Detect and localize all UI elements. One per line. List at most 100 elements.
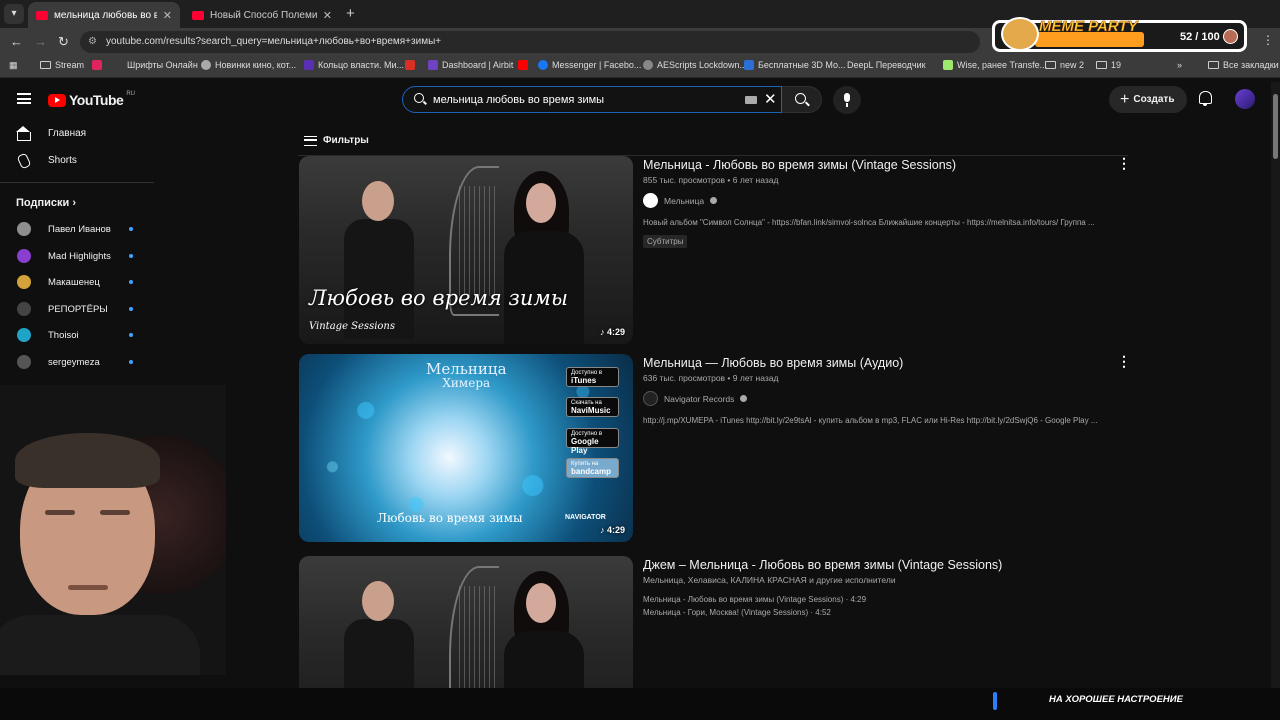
- channel-link[interactable]: Мельница: [643, 193, 1113, 208]
- sidebar-item-shorts[interactable]: Shorts: [0, 147, 154, 174]
- youtube-icon: [518, 60, 528, 70]
- mix-title[interactable]: Джем – Мельница - Любовь во время зимы (…: [643, 558, 1113, 572]
- video-title[interactable]: Мельница — Любовь во время зимы (Аудио): [643, 356, 1113, 370]
- video-info: Мельница - Любовь во время зимы (Vintage…: [643, 158, 1113, 249]
- youtube-favicon-icon: [192, 10, 204, 20]
- back-icon[interactable]: ←: [10, 34, 23, 49]
- bookmark-item[interactable]: DeepL Переводчик: [847, 60, 926, 70]
- channel-link[interactable]: Navigator Records: [643, 391, 1113, 406]
- sidebar-item-label: Shorts: [48, 155, 77, 166]
- forward-icon[interactable]: →: [34, 34, 47, 49]
- more-options-icon[interactable]: [1117, 353, 1131, 370]
- bookmark-item[interactable]: Шрифты Онлайн: [127, 60, 198, 70]
- site-icon: [744, 60, 754, 70]
- page-scrollbar[interactable]: [1271, 82, 1280, 688]
- sidebar-subscription[interactable]: РЕПОРТЁРЫ: [0, 295, 154, 322]
- all-bookmarks[interactable]: Все закладки: [1208, 60, 1279, 70]
- channel-avatar: [17, 328, 31, 343]
- store-name: NaviMusic: [571, 406, 611, 415]
- duration-text: 4:29: [606, 525, 625, 535]
- bookmark-item[interactable]: Stream: [40, 60, 84, 70]
- scrollbar-thumb[interactable]: [1273, 94, 1278, 159]
- more-options-icon[interactable]: [1123, 556, 1129, 572]
- create-button[interactable]: + Создать: [1109, 86, 1187, 113]
- mix-thumbnail[interactable]: [299, 556, 633, 688]
- video-result[interactable]: Мельница Химера Доступно в iTunes Скачать …: [299, 353, 1131, 542]
- search-icon: [795, 93, 806, 104]
- bookmark-item[interactable]: Messenger | Facebo...: [538, 60, 641, 70]
- new-tab-button[interactable]: +: [346, 5, 355, 22]
- bookmark-item[interactable]: Бесплатные 3D Мо...: [744, 60, 846, 70]
- sidebar-subscription[interactable]: sergeymeza: [0, 348, 154, 375]
- clear-search-icon[interactable]: ✕: [764, 90, 777, 108]
- navigator-label: NAVIGATOR: [565, 514, 606, 521]
- menu-icon[interactable]: [17, 93, 31, 104]
- folder-icon: [1208, 61, 1219, 69]
- sidebar-subscription[interactable]: Mad Highlights: [0, 242, 154, 269]
- close-tab-icon[interactable]: ✕: [323, 9, 332, 22]
- sidebar-item-label: Главная: [48, 128, 87, 139]
- bookmark-folder[interactable]: 19: [1096, 60, 1121, 70]
- subscription-name: Павел Иванов: [48, 224, 111, 235]
- filter-icon: [304, 135, 317, 146]
- mix-track[interactable]: Мельница - Любовь во время зимы (Vintage…: [643, 595, 1113, 604]
- sidebar-subscription[interactable]: Thoisoi: [0, 321, 154, 348]
- bookmark-folder[interactable]: new 2: [1045, 60, 1084, 70]
- voice-search-button[interactable]: [833, 86, 861, 114]
- harp-strings: [459, 186, 499, 296]
- video-thumbnail[interactable]: Любовь во время зимы Vintage Sessions ♪ …: [299, 156, 633, 344]
- new-content-dot: [129, 359, 133, 364]
- tab-active[interactable]: мельница любовь во время з ✕: [28, 2, 180, 28]
- search-button[interactable]: [782, 86, 822, 113]
- performer-right: [504, 571, 584, 688]
- close-tab-icon[interactable]: ✕: [163, 9, 172, 22]
- bookmark-item[interactable]: [92, 60, 102, 70]
- reload-icon[interactable]: ↻: [58, 34, 69, 50]
- channel-avatar: [643, 193, 658, 208]
- mix-result[interactable]: Джем – Мельница - Любовь во время зимы (…: [299, 556, 1129, 688]
- keyboard-icon[interactable]: [745, 96, 757, 104]
- avatar: [1223, 29, 1238, 44]
- mix-track[interactable]: Мельница - Гори, Москва! (Vintage Sessio…: [643, 608, 1113, 617]
- folder-icon: [1096, 61, 1107, 69]
- album-art-song-title: Любовь во время зимы: [377, 511, 523, 525]
- account-avatar[interactable]: [1235, 89, 1255, 109]
- duration-badge: ♪ 4:29: [599, 327, 625, 337]
- bookmarks-overflow-icon[interactable]: »: [1177, 60, 1182, 70]
- sidebar-item-home[interactable]: Главная: [0, 120, 154, 147]
- channel-avatar: [17, 301, 31, 316]
- search-input[interactable]: [433, 91, 733, 109]
- webcam-brow: [100, 510, 130, 515]
- bookmark-item[interactable]: Dashboard | Airbit: [428, 60, 513, 70]
- video-result[interactable]: Любовь во время зимы Vintage Sessions ♪ …: [299, 155, 1131, 344]
- channel-avatar: [643, 391, 658, 406]
- sidebar-subscription[interactable]: Макашенец: [0, 268, 154, 295]
- url-field[interactable]: ⚙ youtube.com/results?search_query=мельн…: [80, 31, 980, 53]
- filters-button[interactable]: Фильтры: [304, 135, 369, 146]
- sidebar-subscription[interactable]: Павел Иванов: [0, 215, 154, 242]
- itunes-badge: Доступно в iTunes: [566, 367, 619, 387]
- notifications-bell-icon[interactable]: [1199, 91, 1212, 106]
- bookmark-item[interactable]: Wise, ранее Transfe...: [943, 60, 1047, 70]
- apps-grid-icon[interactable]: ▦: [9, 60, 18, 71]
- video-thumbnail[interactable]: Мельница Химера Доступно в iTunes Скачать …: [299, 354, 633, 542]
- bookmark-item[interactable]: [405, 60, 415, 70]
- doge-icon: [1001, 17, 1039, 51]
- tab-second[interactable]: Новый Способ Полемики Ра... ✕: [184, 2, 340, 28]
- bookmark-item[interactable]: Новинки кино, кот...: [201, 60, 296, 70]
- more-options-icon[interactable]: [1117, 155, 1131, 172]
- bookmark-item[interactable]: AEScripts Lockdown...: [643, 60, 747, 70]
- bookmark-item[interactable]: [518, 60, 528, 70]
- bookmark-item[interactable]: Кольцо власти. Ми...: [304, 60, 404, 70]
- site-info-icon[interactable]: ⚙: [88, 31, 97, 53]
- subscriptions-heading[interactable]: Подписки ›: [0, 191, 154, 215]
- browser-menu-icon[interactable]: ⋮: [1262, 33, 1274, 47]
- bandcamp-badge: Купить на bandcamp: [566, 458, 619, 478]
- youtube-logo[interactable]: YouTube RU: [48, 91, 135, 108]
- video-title[interactable]: Мельница - Любовь во время зимы (Vintage…: [643, 158, 1113, 172]
- plus-icon: +: [1120, 91, 1130, 108]
- site-icon: [201, 60, 211, 70]
- navimusic-badge: Скачать на NaviMusic: [566, 397, 619, 417]
- duration-text: 4:29: [606, 327, 625, 337]
- tab-search-button[interactable]: ▾: [4, 4, 24, 24]
